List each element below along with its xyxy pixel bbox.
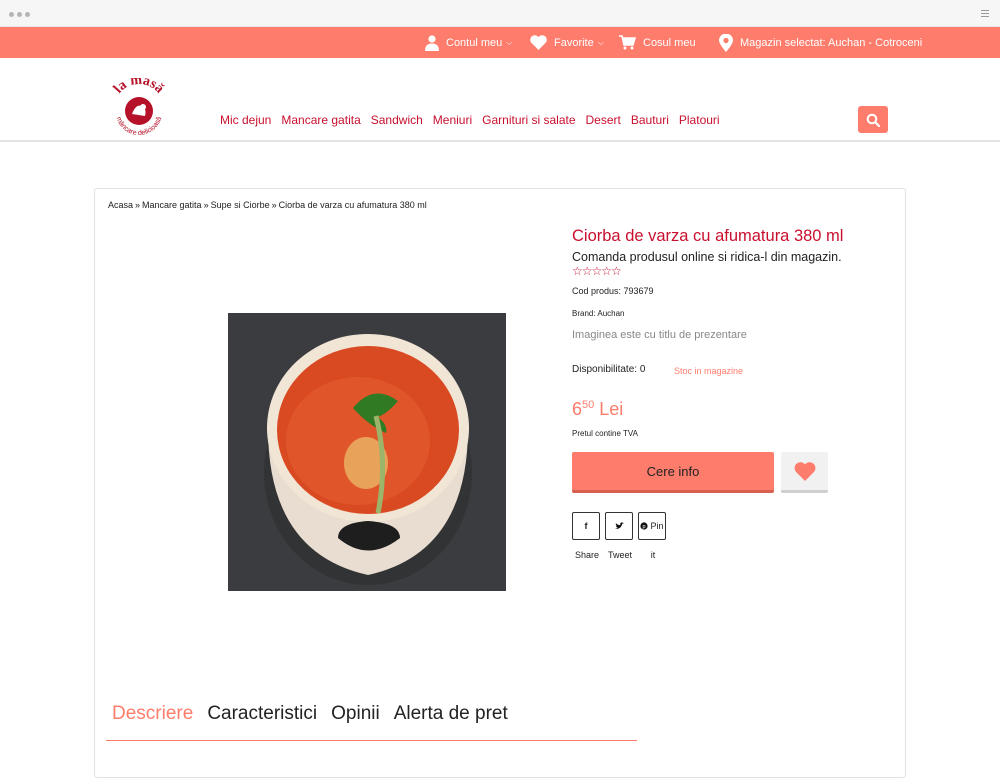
cart-link[interactable]: Cosul meu bbox=[619, 27, 696, 58]
tab-opinii[interactable]: Opinii bbox=[331, 703, 380, 740]
nav-item-sandwich[interactable]: Sandwich bbox=[371, 113, 423, 127]
pinterest-icon: p bbox=[640, 522, 649, 530]
favorites-label: Favorite bbox=[554, 36, 594, 49]
breadcrumb-current: Ciorba de varza cu afumatura 380 ml bbox=[278, 200, 427, 210]
heart-icon bbox=[794, 461, 815, 481]
price-dec: 50 bbox=[582, 399, 595, 411]
add-favorite-button[interactable] bbox=[781, 452, 828, 493]
cart-icon bbox=[619, 35, 636, 50]
favorites-menu[interactable]: Favorite ⌵ bbox=[530, 27, 604, 58]
breadcrumb: Acasa» Mancare gatita» Supe si Ciorbe» Cior… bbox=[108, 200, 427, 210]
browser-menu-icon[interactable] bbox=[981, 10, 989, 19]
product-tabs: Descriere Caracteristici Opinii Alerta d… bbox=[106, 703, 637, 741]
tab-alerta-pret[interactable]: Alerta de pret bbox=[394, 703, 508, 740]
store-label: Magazin selectat: Auchan - Cotroceni bbox=[740, 36, 923, 49]
svg-text:la masă: la masă bbox=[111, 78, 167, 96]
top-bar: Contul meu ⌵ Favorite ⌵ Cosul meu Magazi… bbox=[0, 27, 1000, 58]
site-header: la masă mâncare delicioasă Mic dejun Man… bbox=[0, 58, 1000, 142]
location-pin-icon bbox=[719, 33, 733, 52]
cart-label: Cosul meu bbox=[643, 36, 696, 49]
browser-chrome bbox=[0, 0, 1000, 27]
tab-descriere[interactable]: Descriere bbox=[112, 703, 193, 740]
breadcrumb-home[interactable]: Acasa bbox=[108, 200, 133, 210]
vat-note: Pretul contine TVA bbox=[572, 429, 638, 438]
product-image[interactable] bbox=[228, 313, 506, 591]
search-button[interactable] bbox=[858, 106, 888, 133]
facebook-share-button[interactable]: f bbox=[572, 512, 600, 540]
pinterest-label: Pin bbox=[650, 521, 664, 531]
store-selector[interactable]: Magazin selectat: Auchan - Cotroceni bbox=[719, 27, 922, 58]
soup-bowl-image bbox=[228, 313, 506, 591]
window-dots bbox=[9, 12, 30, 17]
facebook-icon: f bbox=[584, 521, 588, 531]
logo-mark: la masă mâncare delicioasă bbox=[111, 73, 167, 137]
product-subtitle: Comanda produsul online si ridica-l din … bbox=[572, 250, 842, 264]
price-currency: Lei bbox=[599, 399, 624, 419]
image-note: Imaginea este cu titlu de prezentare bbox=[572, 329, 747, 341]
breadcrumb-category[interactable]: Mancare gatita bbox=[142, 200, 202, 210]
nav-item-desert[interactable]: Desert bbox=[586, 113, 621, 127]
chevron-down-icon: ⌵ bbox=[506, 37, 513, 47]
chevron-down-icon: ⌵ bbox=[597, 37, 604, 47]
nav-item-mancare-gatita[interactable]: Mancare gatita bbox=[281, 113, 360, 127]
search-icon bbox=[866, 113, 880, 127]
product-code: Cod produs: 793679 bbox=[572, 286, 654, 296]
pinterest-share-label: it bbox=[650, 550, 656, 560]
nav-item-mic-dejun[interactable]: Mic dejun bbox=[220, 113, 271, 127]
product-brand: Brand: Auchan bbox=[572, 309, 625, 318]
nav-item-garnituri[interactable]: Garnituri si salate bbox=[482, 113, 575, 127]
price-int: 6 bbox=[572, 399, 583, 419]
twitter-icon bbox=[614, 522, 624, 529]
svg-text:p: p bbox=[643, 524, 646, 530]
twitter-share-button[interactable] bbox=[605, 512, 633, 540]
nav-item-meniuri[interactable]: Meniuri bbox=[433, 113, 472, 127]
pinterest-share-button[interactable]: p Pin bbox=[638, 512, 666, 540]
nav-item-platouri[interactable]: Platouri bbox=[679, 113, 720, 127]
request-info-button[interactable]: Cere info bbox=[572, 452, 774, 493]
account-menu[interactable]: Contul meu ⌵ bbox=[425, 27, 512, 58]
user-icon bbox=[425, 34, 439, 51]
breadcrumb-subcategory[interactable]: Supe si Ciorbe bbox=[211, 200, 270, 210]
price: 650 Lei bbox=[572, 399, 623, 420]
product-title: Ciorba de varza cu afumatura 380 ml bbox=[572, 227, 844, 245]
availability: Disponibilitate: 0 bbox=[572, 364, 646, 375]
main-nav: Mic dejun Mancare gatita Sandwich Meniur… bbox=[220, 113, 720, 127]
rating-stars[interactable]: ☆☆☆☆☆ bbox=[572, 264, 622, 278]
heart-icon bbox=[530, 35, 547, 50]
account-label: Contul meu bbox=[446, 36, 503, 49]
product-card: Acasa» Mancare gatita» Supe si Ciorbe» Cior… bbox=[94, 188, 906, 778]
site-logo[interactable]: la masă mâncare delicioasă bbox=[108, 73, 170, 140]
stock-link[interactable]: Stoc in magazine bbox=[674, 366, 743, 376]
tab-caracteristici[interactable]: Caracteristici bbox=[207, 703, 317, 740]
nav-item-bauturi[interactable]: Bauturi bbox=[631, 113, 669, 127]
